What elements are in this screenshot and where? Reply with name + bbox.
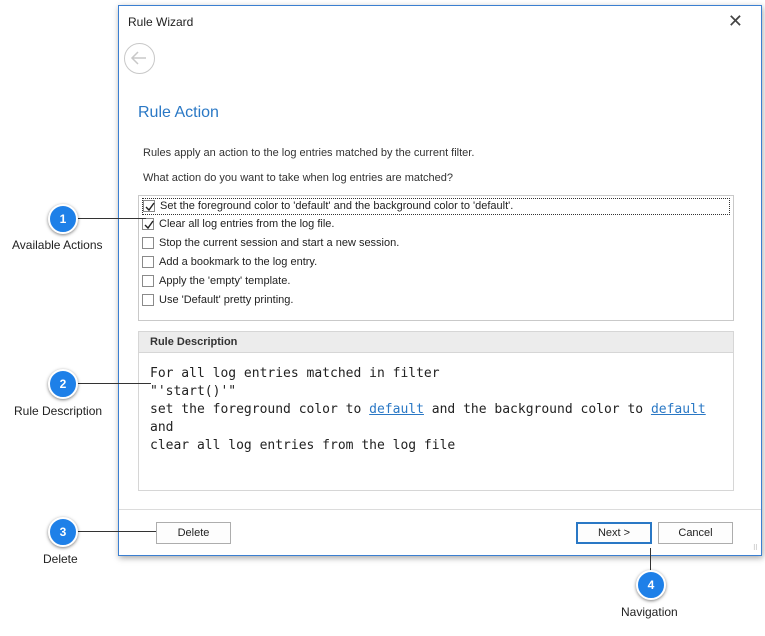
question-text: What action do you want to take when log… [143,172,454,184]
rule-description-header: Rule Description [139,332,733,353]
callout-badge-4: 4 [636,570,666,600]
rule-description-panel: Rule Description For all log entries mat… [138,331,734,491]
page-heading: Rule Action [138,104,219,121]
callout-line-3 [76,531,156,532]
action-label: Stop the current session and start a new… [159,237,400,249]
desc-line-5: clear all log entries from the log file [150,438,456,453]
desc-line-3b: and the background color to [423,402,651,417]
checkbox[interactable] [142,275,154,287]
action-label: Apply the 'empty' template. [159,275,291,287]
action-item-bookmark[interactable]: Add a bookmark to the log entry. [142,255,730,272]
title-bar: Rule Wizard ✕ [119,6,761,38]
back-button[interactable] [124,43,155,74]
rule-description-title: Rule Description [150,336,238,348]
callout-label-rule-description: Rule Description [14,404,103,418]
callout-label-available-actions: Available Actions [12,238,103,252]
checkbox[interactable] [143,200,155,212]
arrow-left-icon [130,51,146,65]
check-icon [144,220,154,230]
rule-wizard-dialog: Rule Wizard ✕ Rule Action Rules apply an… [118,5,762,556]
action-item-set-colors[interactable]: Set the foreground color to 'default' an… [142,198,730,215]
callout-badge-3: 3 [48,517,78,547]
intro-text: Rules apply an action to the log entries… [143,147,475,159]
checkbox[interactable] [142,218,154,230]
check-icon [145,202,155,212]
action-item-new-session[interactable]: Stop the current session and start a new… [142,236,730,253]
checkbox[interactable] [142,294,154,306]
delete-button[interactable]: Delete [156,522,231,544]
callout-line-1 [76,218,146,219]
rule-description-text: For all log entries matched in filter "'… [150,365,706,455]
resize-grip-icon[interactable]: ⠿ [753,544,758,552]
footer-divider [119,509,761,510]
checkbox[interactable] [142,237,154,249]
desc-line-4: and [150,420,174,435]
dialog-title: Rule Wizard [128,15,194,29]
close-icon[interactable]: ✕ [728,12,743,30]
cancel-button[interactable]: Cancel [658,522,733,544]
action-label: Add a bookmark to the log entry. [159,256,318,268]
action-item-pretty-print[interactable]: Use 'Default' pretty printing. [142,293,730,310]
desc-line-1: For all log entries matched in filter [150,366,440,381]
action-item-clear-log[interactable]: Clear all log entries from the log file. [142,217,730,234]
checkbox[interactable] [142,256,154,268]
callout-badge-1: 1 [48,204,78,234]
foreground-default-link[interactable]: default [369,402,424,417]
desc-line-3a: set the foreground color to [150,402,370,417]
action-label: Set the foreground color to 'default' an… [160,200,514,212]
desc-line-2: "'start()'" [150,384,237,399]
callout-badge-2: 2 [48,369,78,399]
actions-list: Set the foreground color to 'default' an… [138,195,734,321]
action-label: Clear all log entries from the log file. [159,218,335,230]
callout-label-navigation: Navigation [621,605,678,619]
callout-label-delete: Delete [43,552,78,566]
action-label: Use 'Default' pretty printing. [159,294,294,306]
next-button[interactable]: Next > [576,522,652,544]
callout-line-2 [76,383,151,384]
background-default-link[interactable]: default [651,402,706,417]
action-item-template[interactable]: Apply the 'empty' template. [142,274,730,291]
